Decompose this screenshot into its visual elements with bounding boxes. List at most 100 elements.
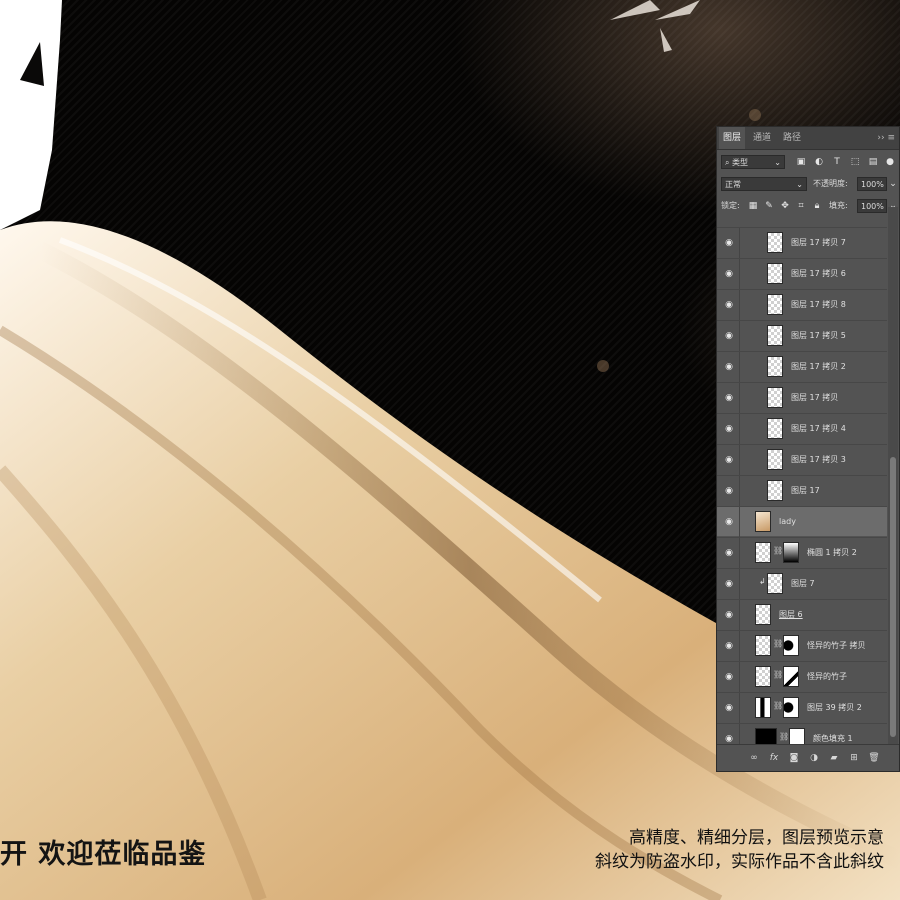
smart-object-filter-icon[interactable]: ▤ — [867, 155, 879, 169]
layer-row[interactable]: ◉ ⛓ 颜色填充 1 — [717, 723, 887, 745]
visibility-eye-icon[interactable]: ◉ — [723, 454, 735, 466]
visibility-eye-icon[interactable]: ◉ — [723, 485, 735, 497]
adjustment-filter-icon[interactable]: ◐ — [813, 155, 825, 169]
layer-row[interactable]: ◉ ⛓ 椭圆 1 拷贝 2 — [717, 537, 887, 568]
visibility-eye-icon[interactable]: ◉ — [723, 516, 735, 528]
layer-mask-thumbnail[interactable] — [783, 697, 799, 718]
layer-row[interactable]: ◉ ↲ 图层 7 — [717, 568, 887, 599]
blend-row: 正常 ⌄ 不透明度: 100% ⌄ — [717, 177, 899, 193]
add-mask-icon[interactable]: ◙ — [787, 751, 801, 765]
layer-thumbnail — [767, 294, 783, 315]
layer-mask-thumbnail[interactable] — [783, 542, 799, 563]
visibility-eye-icon[interactable]: ◉ — [723, 268, 735, 280]
visibility-eye-icon[interactable]: ◉ — [723, 609, 735, 621]
opacity-label: 不透明度: — [813, 179, 848, 188]
lady-thumbnail — [755, 511, 771, 532]
filter-toggle-icon[interactable]: ● — [885, 155, 895, 169]
layer-name: 图层 17 拷贝 7 — [791, 238, 846, 247]
layer-row[interactable]: ◉ 图层 17 拷贝 8 — [717, 289, 887, 320]
opacity-field[interactable]: 100% — [857, 177, 887, 191]
layer-name: 怪异的竹子 — [807, 672, 847, 681]
layer-row-selected[interactable]: ◉ lady — [717, 506, 887, 537]
layer-name: 图层 17 拷贝 — [791, 393, 839, 402]
visibility-eye-icon[interactable]: ◉ — [723, 299, 735, 311]
new-group-icon[interactable]: ▰ — [827, 751, 841, 765]
visibility-eye-icon[interactable]: ◉ — [723, 330, 735, 342]
visibility-eye-icon[interactable]: ◉ — [723, 702, 735, 714]
layer-thumbnail — [767, 263, 783, 284]
layer-row[interactable]: ◉ 图层 17 拷贝 4 — [717, 413, 887, 444]
layer-row[interactable]: ◉ ⛓ 怪异的竹子 拷贝 — [717, 630, 887, 661]
layer-row[interactable]: ◉ 图层 17 拷贝 3 — [717, 444, 887, 475]
visibility-eye-icon[interactable]: ◉ — [723, 392, 735, 404]
layer-thumbnail — [767, 325, 783, 346]
layer-thumbnail — [767, 356, 783, 377]
layer-row[interactable]: ◉ 图层 17 拷贝 6 — [717, 258, 887, 289]
filter-kind-label: 类型 — [732, 158, 749, 167]
panel-tabs: 图层 通道 路径 ›› ≡ — [717, 127, 899, 150]
shape-filter-icon[interactable]: ⬚ — [849, 155, 861, 169]
layer-name: 图层 17 拷贝 2 — [791, 362, 846, 371]
layer-mask-thumbnail[interactable] — [789, 728, 805, 745]
blend-mode-value: 正常 — [725, 180, 741, 189]
filter-kind-select[interactable]: ⌕ 类型 ⌄ — [721, 155, 785, 169]
layer-thumbnail — [755, 666, 771, 687]
layer-name: 图层 17 拷贝 3 — [791, 455, 846, 464]
layer-row[interactable]: ◉ 图层 17 拷贝 7 — [717, 227, 887, 258]
type-filter-icon[interactable]: T — [831, 155, 843, 169]
preview-notice: 高精度、精细分层，图层预览示意 斜纹为防盗水印，实际作品不含此斜纹 — [595, 826, 884, 874]
visibility-eye-icon[interactable]: ◉ — [723, 361, 735, 373]
mask-link-icon[interactable]: ⛓ — [773, 639, 783, 648]
layer-mask-thumbnail[interactable] — [783, 635, 799, 656]
layer-row[interactable]: ◉ ⛓ 怪异的竹子 — [717, 661, 887, 692]
chevron-down-icon: ⌄ — [774, 158, 781, 167]
visibility-eye-icon[interactable]: ◉ — [723, 423, 735, 435]
layer-thumbnail — [767, 573, 783, 594]
layer-row[interactable]: ◉ 图层 17 — [717, 475, 887, 506]
visibility-eye-icon[interactable]: ◉ — [723, 237, 735, 249]
fx-icon[interactable]: fx — [767, 751, 781, 765]
layer-row[interactable]: ◉ ⛓ 图层 39 拷贝 2 — [717, 692, 887, 723]
color-fill-swatch[interactable] — [755, 728, 777, 745]
layer-name: 图层 6 — [779, 610, 803, 619]
new-layer-icon[interactable]: ⊞ — [847, 751, 861, 765]
layer-name: 图层 17 拷贝 4 — [791, 424, 846, 433]
layer-row[interactable]: ◉ 图层 17 拷贝 2 — [717, 351, 887, 382]
image-filter-icon[interactable]: ▣ — [795, 155, 807, 169]
trash-icon[interactable]: 🗑︎ — [867, 751, 881, 765]
visibility-eye-icon[interactable]: ◉ — [723, 578, 735, 590]
layer-thumbnail — [755, 604, 771, 625]
layer-name: 图层 17 — [791, 486, 820, 495]
tab-paths[interactable]: 路径 — [779, 127, 805, 149]
tab-channels[interactable]: 通道 — [749, 127, 775, 149]
collapse-menu-icon[interactable]: ›› ≡ — [877, 127, 895, 149]
visibility-eye-icon[interactable]: ◉ — [723, 547, 735, 559]
layer-mask-thumbnail[interactable] — [783, 666, 799, 687]
white-figure-shape — [0, 0, 62, 230]
tab-layers[interactable]: 图层 — [719, 127, 746, 149]
adjustment-layer-icon[interactable]: ◑ — [807, 751, 821, 765]
scrollbar-thumb[interactable] — [890, 457, 896, 737]
layer-row-clipped-top[interactable]: ◉ — [717, 207, 887, 213]
light-flare — [610, 0, 700, 52]
link-layers-icon[interactable]: ∞ — [747, 751, 761, 765]
layer-row[interactable]: ◉ 图层 17 拷贝 5 — [717, 320, 887, 351]
blend-mode-select[interactable]: 正常 ⌄ — [721, 177, 807, 191]
chevron-down-icon[interactable]: ⌄ — [888, 177, 898, 191]
layer-row[interactable]: ◉ 图层 6 — [717, 599, 887, 630]
layer-thumbnail — [767, 418, 783, 439]
mask-link-icon[interactable]: ⛓ — [779, 732, 789, 741]
filter-row: ⌕ 类型 ⌄ ▣ ◐ T ⬚ ▤ ● — [717, 155, 899, 171]
layers-scrollbar[interactable] — [888, 207, 898, 745]
layer-name: 图层 17 拷贝 5 — [791, 331, 846, 340]
mask-link-icon[interactable]: ⛓ — [773, 670, 783, 679]
layer-row[interactable]: ◉ 图层 17 拷贝 — [717, 382, 887, 413]
mask-link-icon[interactable]: ⛓ — [773, 546, 783, 555]
layer-name: 图层 17 拷贝 8 — [791, 300, 846, 309]
visibility-eye-icon[interactable]: ◉ — [723, 640, 735, 652]
layer-thumbnail — [755, 697, 771, 718]
notice-line-1: 高精度、精细分层，图层预览示意 — [629, 828, 884, 848]
visibility-eye-icon[interactable]: ◉ — [723, 671, 735, 683]
mask-link-icon[interactable]: ⛓ — [773, 701, 783, 710]
layer-name: 图层 7 — [791, 579, 815, 588]
